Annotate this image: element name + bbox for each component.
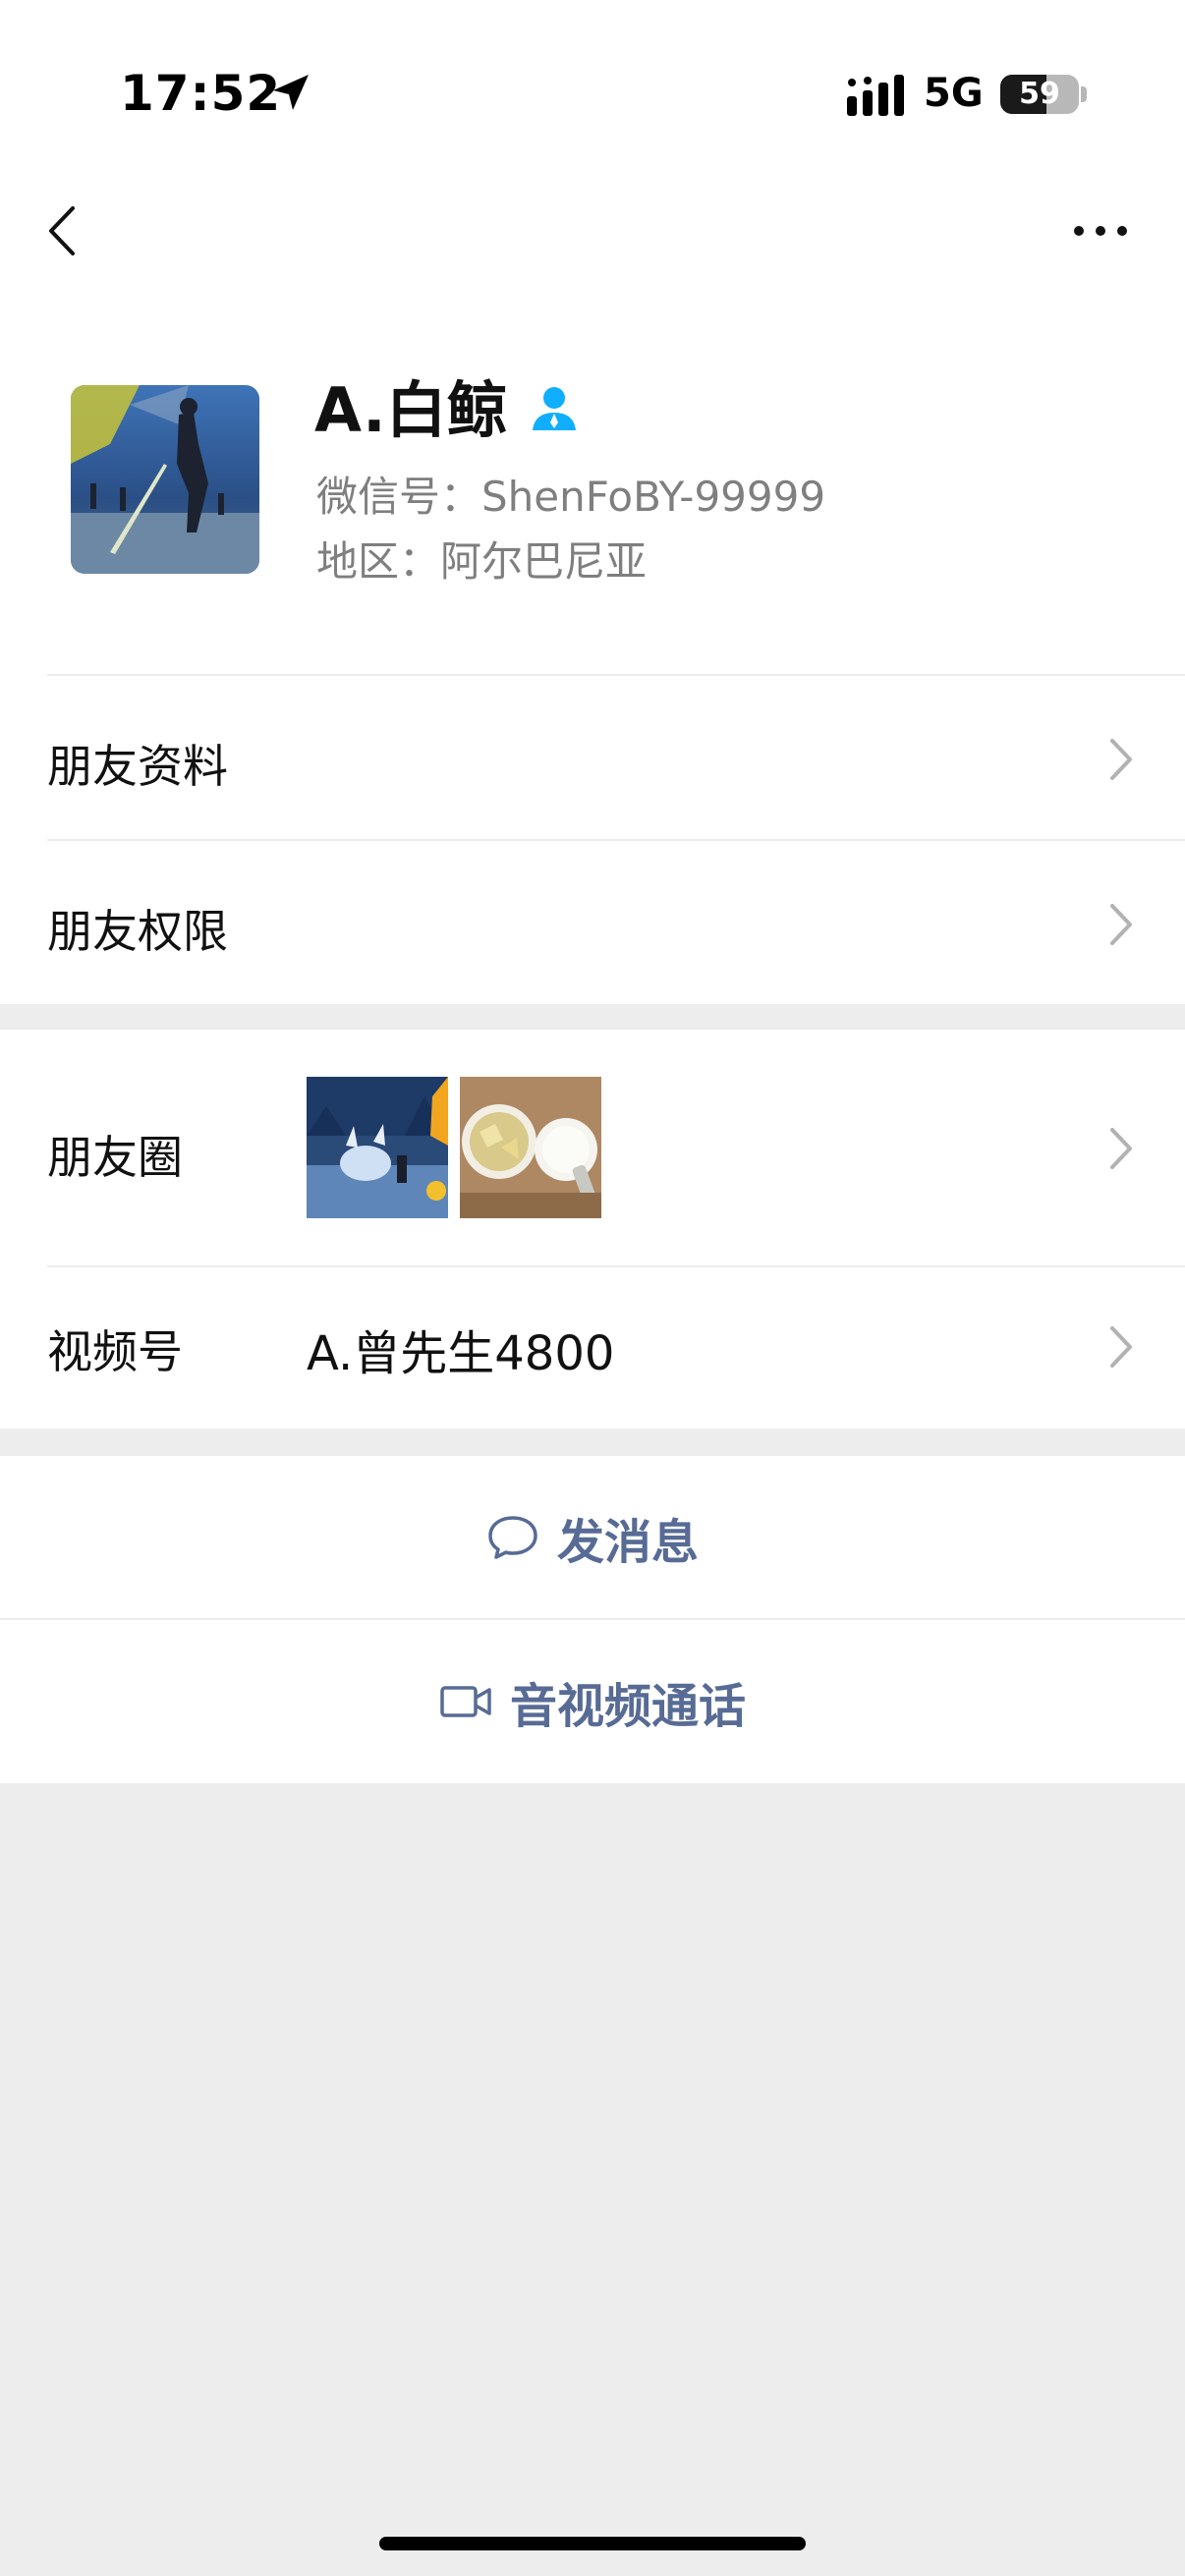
contact-name: A.白鲸 (314, 374, 508, 446)
wechat-id: 微信号：ShenFoBY-99999 (316, 473, 826, 521)
status-time: 17:52 (120, 65, 282, 122)
avatar-image (71, 385, 259, 574)
region: 地区：阿尔巴尼亚 (316, 537, 648, 586)
chevron-right-icon (1110, 1128, 1132, 1169)
more-dots-icon[interactable] (1061, 206, 1140, 255)
avatar[interactable] (71, 385, 259, 574)
moments-photo-image (460, 1077, 601, 1218)
home-indicator[interactable] (379, 2537, 806, 2550)
send-message-label: 发消息 (556, 1515, 699, 1570)
send-message-button[interactable]: 发消息 (0, 1456, 1185, 1619)
section-gap (0, 1004, 1185, 1030)
status-bar: 17:52 5G 59 (0, 0, 1185, 147)
friend-info-item[interactable]: 朋友资料 (47, 731, 228, 796)
video-camera-icon (440, 1686, 491, 1717)
divider (47, 839, 1185, 841)
signal-icon (847, 75, 904, 116)
battery-tip (1081, 86, 1087, 102)
friend-permissions-item[interactable]: 朋友权限 (47, 896, 228, 961)
chat-bubble-icon (488, 1516, 537, 1559)
chevron-right-icon (1110, 904, 1132, 945)
video-call-label: 音视频通话 (509, 1679, 746, 1734)
moments-photo-image (307, 1077, 448, 1218)
name-row: A.白鲸 (314, 365, 579, 446)
divider (47, 1265, 1185, 1267)
channels-value[interactable]: A.曾先生4800 (307, 1315, 614, 1383)
contact-profile-page: 17:52 5G 59 A.白鲸 微信号：ShenFoBY-99999 地区：阿… (0, 0, 1185, 2576)
chevron-right-icon (1110, 1326, 1132, 1368)
channels-item[interactable]: 视频号 (47, 1316, 183, 1381)
chevron-right-icon (1110, 739, 1132, 780)
moments-item[interactable]: 朋友圈 (47, 1122, 183, 1187)
video-call-button[interactable]: 音视频通话 (0, 1620, 1185, 1783)
location-arrow-icon (273, 75, 309, 110)
section-gap (0, 1428, 1185, 1454)
back-chevron-icon[interactable] (35, 196, 94, 265)
battery-percent: 59 (1019, 77, 1060, 111)
moments-photo[interactable] (307, 1077, 448, 1218)
person-icon (532, 387, 576, 430)
battery-icon: 59 (1000, 75, 1079, 114)
moments-photo[interactable] (460, 1077, 601, 1218)
network-type: 5G (924, 71, 984, 116)
divider (47, 674, 1185, 676)
